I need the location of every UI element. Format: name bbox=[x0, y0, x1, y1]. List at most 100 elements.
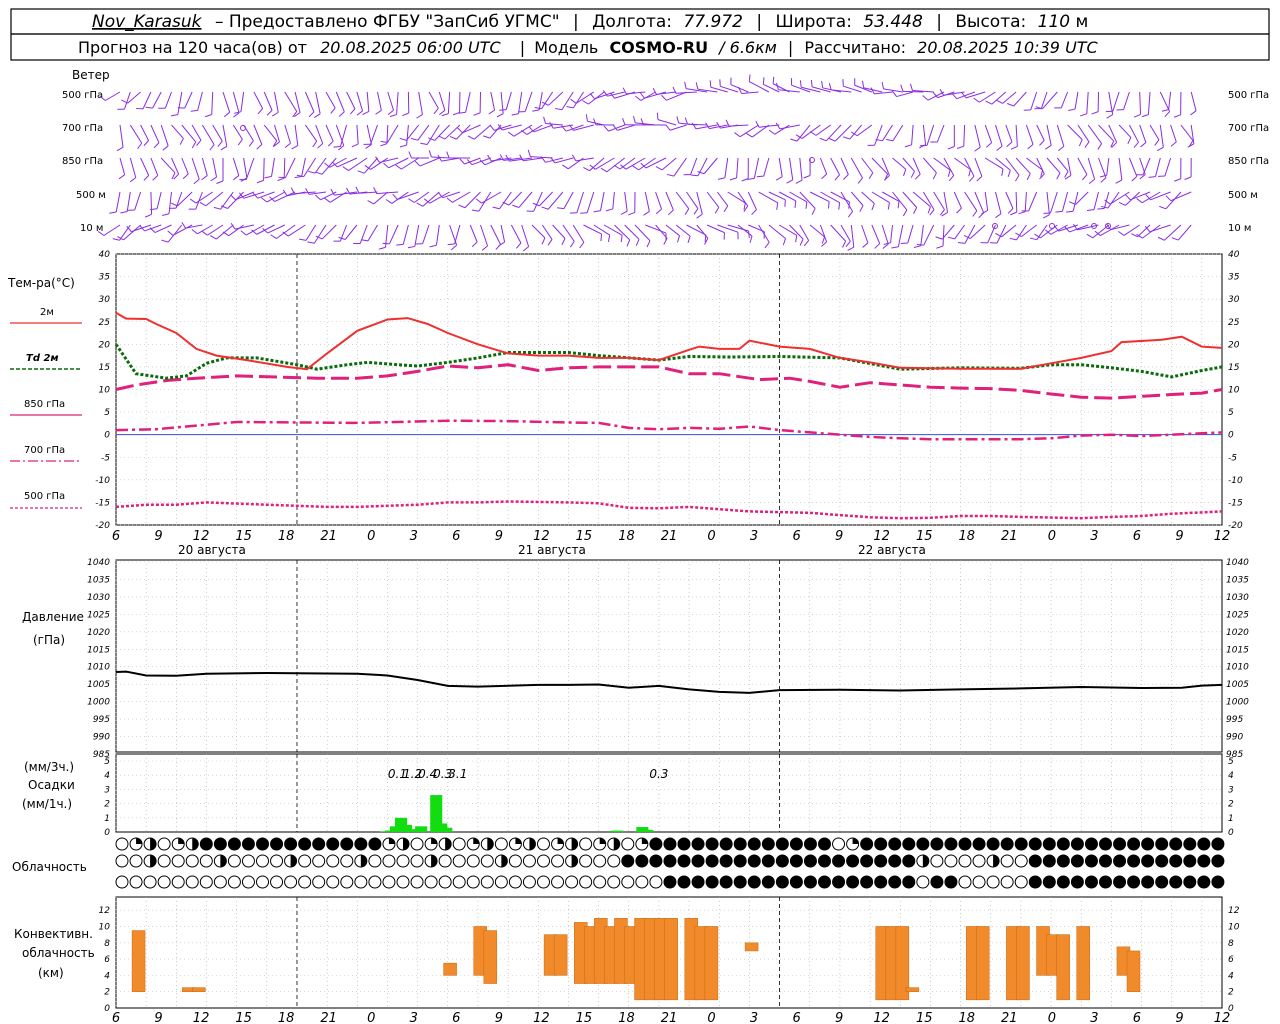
wind-barb bbox=[391, 191, 409, 204]
wind-barb-feather bbox=[1157, 236, 1165, 241]
cloud-cover-symbol bbox=[972, 837, 986, 851]
wind-barb bbox=[612, 191, 615, 209]
wind-barb bbox=[1067, 157, 1072, 176]
wind-barb bbox=[263, 157, 265, 181]
wind-barb-feather bbox=[196, 139, 202, 147]
wind-barb bbox=[724, 157, 729, 178]
wind-barb bbox=[1077, 124, 1090, 143]
wind-barb bbox=[140, 157, 150, 176]
wind-barb bbox=[303, 157, 317, 177]
cloud-cover-fill bbox=[473, 838, 480, 844]
wind-barb bbox=[160, 124, 169, 146]
wind-barb bbox=[129, 157, 137, 178]
hour-tick-label: 15 bbox=[576, 529, 593, 544]
cloud-cover-symbol bbox=[551, 875, 565, 889]
wind-barb-feather bbox=[481, 245, 488, 251]
wind-barb-feather bbox=[1029, 237, 1037, 241]
temp-tick-left: 30 bbox=[99, 295, 111, 305]
wind-barb bbox=[686, 191, 699, 209]
cloud-cover-fill bbox=[613, 838, 620, 850]
wind-barb bbox=[656, 91, 677, 95]
cloud-cover-symbol bbox=[340, 837, 354, 851]
wind-barb bbox=[356, 91, 364, 112]
legend-700-label: 700 гПа bbox=[24, 445, 65, 456]
wind-barb bbox=[356, 124, 359, 144]
wind-barb-feather bbox=[234, 111, 242, 114]
wind-barb bbox=[502, 124, 522, 131]
hour-tick-label: 6 bbox=[792, 529, 800, 544]
precip-grid bbox=[115, 754, 1222, 832]
wind-barb-feather bbox=[1045, 144, 1052, 150]
wind-barb bbox=[414, 224, 420, 247]
wind-barb bbox=[541, 91, 554, 110]
cloud-cover-symbol bbox=[326, 875, 340, 889]
wind-barb-feather bbox=[1097, 143, 1103, 150]
hour-tick-label: 18 bbox=[618, 1011, 635, 1024]
wind-barb bbox=[1072, 191, 1079, 212]
wind-barb-feather bbox=[1091, 111, 1099, 115]
wind-barb-feather bbox=[834, 174, 840, 181]
wind-barb bbox=[1190, 91, 1197, 111]
cloud-cover-symbol bbox=[818, 837, 831, 851]
conv-tick-right: 6 bbox=[1228, 955, 1234, 965]
wind-barb-feather bbox=[570, 98, 577, 104]
convective-cloud-bar bbox=[553, 934, 568, 976]
wind-barb bbox=[954, 224, 966, 240]
cloud-cover-symbol bbox=[677, 875, 691, 889]
wind-barb-feather bbox=[299, 238, 307, 241]
wind-barb-feather bbox=[762, 77, 765, 85]
hour-tick-label: 0 bbox=[367, 1011, 375, 1024]
wind-barb bbox=[1170, 191, 1192, 202]
precip-tick-left: 2 bbox=[104, 800, 110, 810]
wind-barb-feather bbox=[972, 210, 978, 217]
cloud-cover-symbol bbox=[846, 854, 860, 868]
wind-barb-feather bbox=[714, 207, 720, 214]
wind-barb-feather bbox=[1118, 201, 1126, 206]
wind-barb bbox=[245, 157, 255, 180]
cloud-cover-symbol bbox=[354, 875, 368, 889]
cloud-cover-fill bbox=[557, 838, 564, 844]
conv-tick-left: 6 bbox=[104, 955, 110, 965]
wind-barb bbox=[366, 124, 372, 145]
wind-barb-feather bbox=[697, 171, 705, 175]
wind-barb bbox=[1025, 124, 1034, 145]
temp-tick-right: 40 bbox=[1228, 250, 1240, 260]
cloud-cover-symbol bbox=[607, 854, 621, 868]
wind-barb-feather bbox=[974, 146, 981, 152]
wind-barb-feather bbox=[407, 245, 415, 249]
wind-barb bbox=[150, 191, 153, 215]
cloud-cover-symbol bbox=[115, 837, 129, 851]
wind-barb-feather bbox=[170, 202, 178, 207]
precip-tick-left: 0 bbox=[104, 828, 110, 838]
header-line-2: Прогноз на 120 часа(ов) от 20.08.2025 06… bbox=[78, 38, 1099, 57]
hour-tick-label: 15 bbox=[916, 1011, 933, 1024]
conv-bars bbox=[131, 918, 1141, 1001]
wind-barb-feather bbox=[201, 175, 208, 181]
cloud-cover-symbol bbox=[677, 837, 691, 851]
date-label-20: 20 августа bbox=[178, 543, 246, 557]
wind-barb bbox=[1139, 124, 1147, 143]
wind-barb bbox=[554, 157, 574, 164]
pressure-tick-left: 1030 bbox=[87, 593, 110, 603]
cloud-cover-symbol bbox=[256, 854, 269, 868]
wind-barb-feather bbox=[256, 144, 263, 150]
wind-barb-feather bbox=[628, 211, 635, 216]
cloud-cover-symbol bbox=[312, 854, 326, 868]
cloud-cover-symbol bbox=[1028, 854, 1042, 868]
cloud-cover-symbol bbox=[396, 854, 410, 868]
cloud-cover-symbol bbox=[1056, 854, 1070, 868]
wind-barb-feather bbox=[748, 230, 750, 239]
model-res: / 6.6км bbox=[717, 38, 777, 57]
convective-cloud-bar bbox=[1056, 934, 1070, 1001]
wind-barb bbox=[1128, 124, 1139, 143]
wind-barb bbox=[753, 157, 760, 179]
wind-barb bbox=[418, 91, 423, 115]
wind-barb-feather bbox=[116, 146, 124, 152]
cloud-cover-symbol bbox=[860, 837, 874, 851]
cloud-cover-fill bbox=[515, 838, 522, 844]
wind-barb-feather bbox=[278, 176, 286, 179]
wind-barb bbox=[518, 91, 523, 114]
wind-barb bbox=[1015, 124, 1018, 147]
wind-barb bbox=[1056, 124, 1065, 147]
temp-tick-right: -10 bbox=[1228, 476, 1243, 486]
